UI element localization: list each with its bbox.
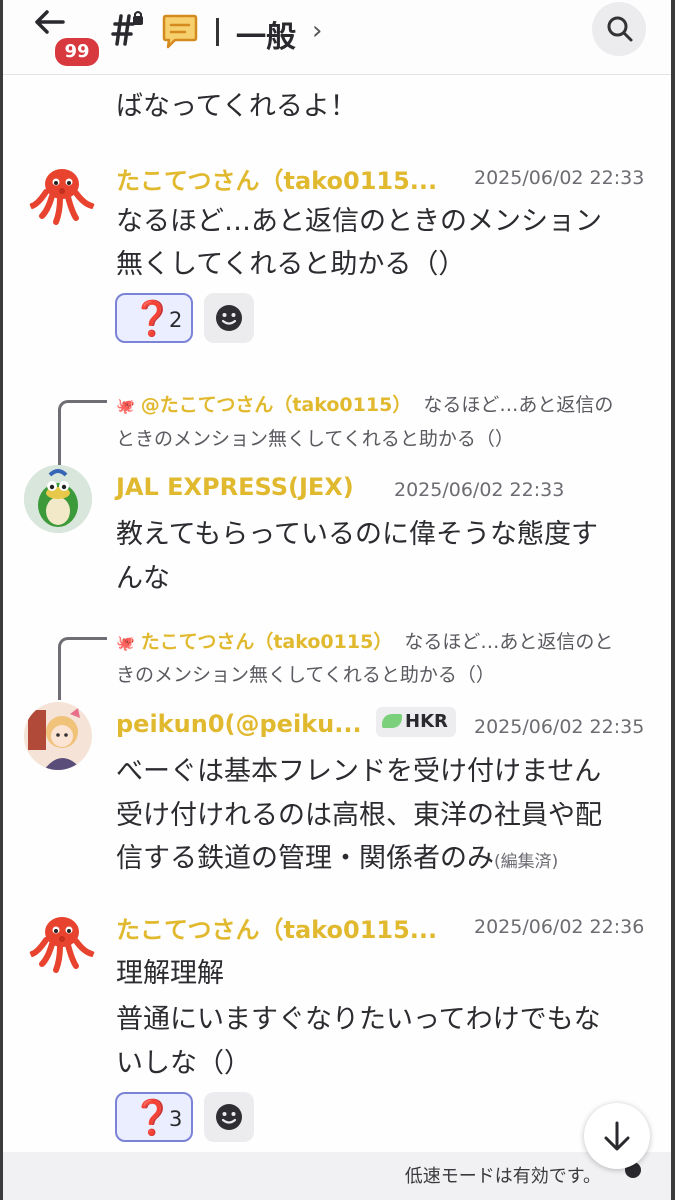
username[interactable]: JAL EXPRESS(JEX) [116,473,354,501]
header-divider [216,18,219,46]
search-button[interactable] [592,2,646,56]
frame-right [671,0,675,1200]
reply-text-continued: きのメンション無くしてくれると助かる（） [116,664,495,686]
message-text: 無くしてくれると助かる（） [116,249,466,280]
reaction-question[interactable]: ❓ 2 [115,293,193,343]
timestamp: 2025/06/02 22:33 [394,479,565,501]
unread-badge: 99 [53,36,101,68]
message-text: べーぐは基本フレンドを受け付けません [116,756,602,787]
message-text: 理解理解 [116,958,224,989]
slow-mode-text: 低速モードは有効です。 [404,1166,601,1187]
message-text: ばなってくれるよ！ [116,91,357,122]
message-text: 信する鉄道の管理・関係者のみ(編集済) [116,836,558,875]
smiley-add-reaction-icon [216,305,242,331]
avatar[interactable] [28,160,96,228]
message-text: んな [116,563,170,594]
search-icon [607,16,633,42]
chat-bubble-icon[interactable] [161,14,199,50]
edited-label: (編集済) [494,852,559,872]
arrow-down-icon [604,1121,630,1151]
reply-connector [58,400,107,465]
question-emoji: ❓ [131,1098,174,1138]
reply-text-continued: ときのメンション無くしてくれると助かる（） [116,428,514,450]
avatar[interactable] [24,465,92,533]
reply-author[interactable]: @たこてつさん（tako0115） [141,394,412,416]
message-text-line: 信する鉄道の管理・関係者のみ [116,843,494,874]
reply-preview[interactable]: 🐙 たこてつさん（tako0115） なるほど…あと返信のと [116,627,613,654]
reply-text: なるほど…あと返信の [423,394,614,416]
username[interactable]: たこてつさん（tako0115... [116,161,437,196]
reply-preview[interactable]: 🐙 @たこてつさん（tako0115） なるほど…あと返信の [116,390,613,417]
slow-mode-bar: 低速モードは有効です。 [3,1152,671,1200]
channel-header: 99 一般 › [3,0,671,75]
chevron-right-icon[interactable]: › [312,16,322,46]
avatar[interactable] [24,702,92,770]
message-text: 教えてもらっているのに偉そうな態度す [116,519,598,550]
reaction-count: 3 [169,1107,183,1131]
role-tag[interactable]: HKR [376,707,456,737]
hashtag-lock-icon [106,10,146,50]
add-reaction-button[interactable] [204,1092,254,1142]
reaction-count: 2 [169,308,183,332]
question-emoji: ❓ [131,299,174,339]
message-text: いしな（） [116,1048,251,1079]
leaf-icon [382,714,402,728]
anime-character-avatar-icon [24,702,92,770]
avatar[interactable] [28,908,96,976]
timestamp: 2025/06/02 22:36 [474,916,645,938]
add-reaction-button[interactable] [204,293,254,343]
message-text: 普通にいますぐなりたいってわけでもな [116,1004,601,1035]
smiley-add-reaction-icon [216,1104,242,1130]
reaction-question[interactable]: ❓ 3 [115,1092,193,1142]
timestamp: 2025/06/02 22:35 [474,716,645,738]
octopus-avatar-icon [29,169,95,225]
username[interactable]: たこてつさん（tako0115... [116,910,437,945]
octopus-avatar-icon [29,917,95,973]
frame-left [0,0,3,1200]
message-text: 受け付けれるのは高根、東洋の社員や配 [116,800,602,831]
role-label: HKR [405,711,448,732]
scroll-to-bottom-button[interactable] [584,1103,650,1169]
back-arrow-icon [35,10,65,34]
reply-text: なるほど…あと返信のと [404,631,614,653]
channel-name[interactable]: 一般 [236,12,296,56]
reply-author[interactable]: たこてつさん（tako0115） [141,631,393,653]
timestamp: 2025/06/02 22:33 [474,167,645,189]
reply-connector [58,637,107,700]
message-text: なるほど…あと返信のときのメンション [116,206,602,237]
bird-avatar-icon [24,465,92,533]
reply-author-icon: 🐙 [116,397,135,415]
username[interactable]: peikun0(@peiku... [116,710,362,738]
reply-author-icon: 🐙 [116,634,135,652]
